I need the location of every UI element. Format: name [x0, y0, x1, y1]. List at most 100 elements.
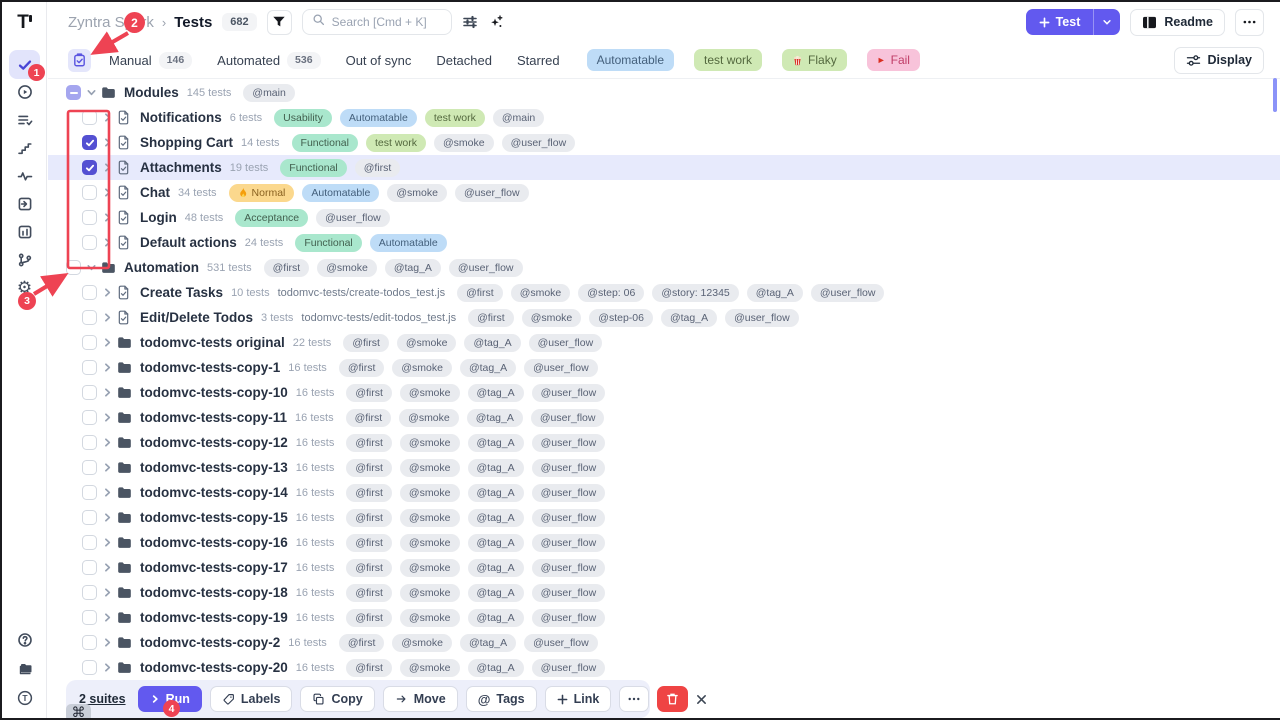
app-logo[interactable]: T [2, 10, 47, 36]
tree-row[interactable]: Default actions24 testsFunctionalAutomat… [48, 230, 1280, 255]
tag-pill[interactable]: @first [355, 159, 401, 177]
tree-row[interactable]: todomvc-tests-copy-216 tests@first@smoke… [48, 630, 1280, 655]
tag-pill[interactable]: @user_flow [532, 459, 606, 477]
chevron-right-icon[interactable] [102, 487, 113, 498]
scrollbar-thumb[interactable] [1273, 78, 1277, 112]
row-checkbox[interactable] [82, 460, 97, 475]
row-checkbox[interactable] [82, 385, 97, 400]
suite-name[interactable]: Modules [124, 85, 179, 100]
tag-pill[interactable]: @smoke [400, 384, 460, 402]
chevron-right-icon[interactable] [102, 387, 113, 398]
projects-icon[interactable] [9, 655, 40, 682]
tag-pill[interactable]: @tag_A [468, 509, 524, 527]
tag-pill[interactable]: @smoke [400, 584, 460, 602]
readme-button[interactable]: Readme [1130, 9, 1225, 36]
tree-row[interactable]: todomvc-tests-copy-1216 tests@first@smok… [48, 430, 1280, 455]
tag-pill[interactable]: @tag_A [385, 259, 441, 277]
suite-name[interactable]: todomvc-tests-copy-12 [140, 435, 288, 450]
tree-row[interactable]: Shopping Cart14 testsFunctionaltest work… [48, 130, 1280, 155]
chevron-down-icon[interactable] [1094, 9, 1120, 35]
row-checkbox[interactable] [82, 335, 97, 350]
row-checkbox[interactable] [82, 610, 97, 625]
tag-pill[interactable]: @smoke [400, 559, 460, 577]
tag-pill[interactable]: @user_flow [532, 659, 606, 677]
tag-pill[interactable]: @tag_A [468, 659, 524, 677]
tag-pill[interactable]: @smoke [400, 659, 460, 677]
tag-pill[interactable]: @user_flow [532, 534, 606, 552]
chevron-right-icon[interactable] [102, 187, 113, 198]
suite-name[interactable]: todomvc-tests-copy-20 [140, 660, 288, 675]
row-checkbox[interactable] [82, 185, 97, 200]
tag-pill[interactable]: @first [346, 559, 392, 577]
chevron-right-icon[interactable] [102, 337, 113, 348]
suite-name[interactable]: todomvc-tests-copy-16 [140, 535, 288, 550]
tree-row[interactable]: todomvc-tests original22 tests@first@smo… [48, 330, 1280, 355]
suite-name[interactable]: Attachments [140, 160, 222, 175]
tag-pill[interactable]: @tag_A [468, 459, 524, 477]
tag-pill[interactable]: @user_flow [532, 484, 606, 502]
tree-row[interactable]: todomvc-tests-copy-1416 tests@first@smok… [48, 480, 1280, 505]
tree-row[interactable]: todomvc-tests-copy-1616 tests@first@smok… [48, 530, 1280, 555]
chevron-right-icon[interactable] [102, 462, 113, 473]
adjustments-icon[interactable] [462, 14, 478, 30]
row-checkbox[interactable] [82, 135, 97, 150]
tag-pill[interactable]: @smoke [400, 459, 460, 477]
tag-pill[interactable]: Automatable [370, 234, 447, 252]
tree-row[interactable]: todomvc-tests-copy-1516 tests@first@smok… [48, 505, 1280, 530]
steps-icon[interactable] [9, 134, 40, 161]
filter-item-manual[interactable]: Manual146 [109, 52, 192, 69]
tag-pill[interactable]: @smoke [392, 359, 452, 377]
filter-funnel-button[interactable] [267, 10, 292, 35]
tag-pill[interactable]: @first [346, 509, 392, 527]
chevron-right-icon[interactable] [102, 437, 113, 448]
filter-item-automated[interactable]: Automated536 [217, 52, 320, 69]
row-checkbox[interactable] [82, 585, 97, 600]
tree-row[interactable]: todomvc-tests-copy-1016 tests@first@smok… [48, 380, 1280, 405]
tag-pill[interactable]: @smoke [387, 184, 447, 202]
tag-pill[interactable]: Automatable [302, 184, 379, 202]
row-checkbox[interactable] [82, 535, 97, 550]
tag-pill[interactable]: @tag_A [460, 634, 516, 652]
row-checkbox[interactable] [82, 485, 97, 500]
row-checkbox[interactable] [82, 410, 97, 425]
tag-pill[interactable]: @first [339, 634, 385, 652]
add-test-split-button[interactable]: Test [1026, 9, 1121, 35]
search-box[interactable] [302, 9, 452, 35]
pulse-icon[interactable] [9, 162, 40, 189]
tag-pill[interactable]: @user_flow [532, 609, 606, 627]
tag-pill[interactable]: @main [493, 109, 544, 127]
move-button[interactable]: Move [383, 686, 458, 712]
link-button[interactable]: Link [545, 686, 612, 712]
suite-name[interactable]: Notifications [140, 110, 222, 125]
tag-pill[interactable]: @tag_A [468, 384, 524, 402]
tag-pill[interactable]: @smoke [399, 409, 459, 427]
help-icon[interactable] [9, 626, 40, 653]
tag-pill[interactable]: @tag_A [468, 609, 524, 627]
chevron-right-icon[interactable] [102, 162, 113, 173]
tree-row[interactable]: Modules145 tests@main [48, 80, 1280, 105]
suite-name[interactable]: Chat [140, 185, 170, 200]
chevron-right-icon[interactable] [102, 537, 113, 548]
tag-pill[interactable]: @tag_A [460, 359, 516, 377]
tag-pill[interactable]: @first [346, 434, 392, 452]
labels-button[interactable]: Labels [210, 686, 293, 712]
row-checkbox[interactable] [82, 110, 97, 125]
suite-name[interactable]: Login [140, 210, 177, 225]
row-checkbox[interactable] [82, 310, 97, 325]
tag-pill[interactable]: @smoke [400, 609, 460, 627]
tree-row[interactable]: todomvc-tests-copy-2016 tests@first@smok… [48, 655, 1280, 680]
tag-pill[interactable]: @tag_A [468, 559, 524, 577]
breadcrumb-project[interactable]: Zyntra Spark [68, 14, 154, 31]
tree-row[interactable]: todomvc-tests-copy-1316 tests@first@smok… [48, 455, 1280, 480]
tree-row[interactable]: todomvc-tests-copy-1916 tests@first@smok… [48, 605, 1280, 630]
chevron-right-icon[interactable] [102, 137, 113, 148]
tag-pill[interactable]: @smoke [317, 259, 377, 277]
tree-row[interactable]: Create Tasks10 teststodomvc-tests/create… [48, 280, 1280, 305]
row-checkbox[interactable] [82, 560, 97, 575]
suite-name[interactable]: todomvc-tests-copy-13 [140, 460, 288, 475]
import-icon[interactable] [9, 190, 40, 217]
tag-pill[interactable]: @first [346, 409, 392, 427]
tag-pill[interactable]: @tag_A [464, 334, 520, 352]
tag-pill[interactable]: @smoke [400, 534, 460, 552]
tag-pill[interactable]: Functional [295, 234, 361, 252]
